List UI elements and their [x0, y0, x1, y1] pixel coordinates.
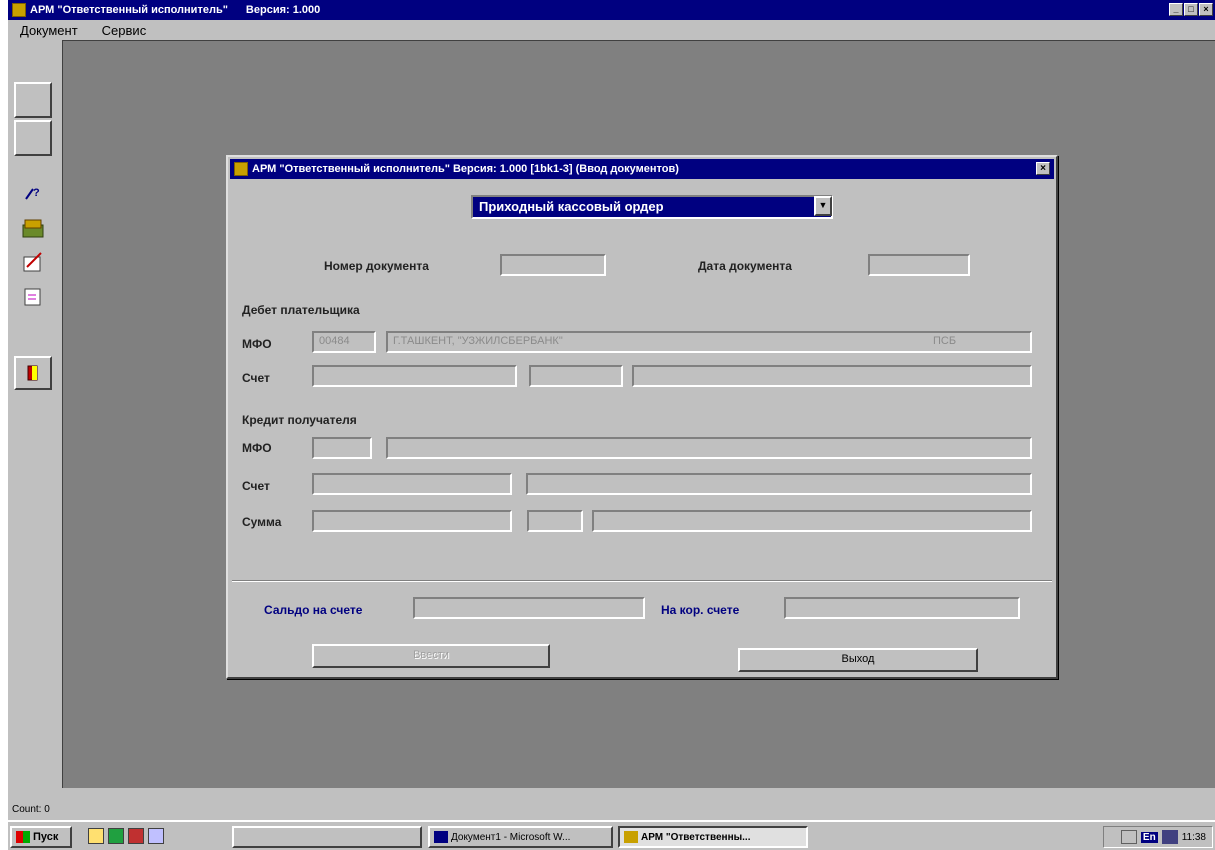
- taskbar-word-document[interactable]: Документ1 - Microsoft W...: [428, 826, 613, 848]
- quicklaunch-icon-1[interactable]: [88, 828, 104, 844]
- taskbar-empty-slot[interactable]: [232, 826, 422, 848]
- credit-account-label: Счет: [242, 479, 270, 493]
- quicklaunch-icon-4[interactable]: [148, 828, 164, 844]
- edit-button[interactable]: [14, 246, 52, 278]
- sum-words-field[interactable]: [592, 510, 1032, 532]
- divider: [232, 580, 1052, 582]
- language-indicator[interactable]: En: [1140, 831, 1158, 843]
- corr-balance-label: На кор. счете: [661, 603, 740, 617]
- debit-bank-name-field[interactable]: Г.ТАШКЕНТ, "УЗЖИЛСБЕРБАНК" ПСБ: [386, 331, 1032, 353]
- taskbar-arm-app[interactable]: АРМ "Ответственны...: [618, 826, 808, 848]
- credit-mfo-label: МФО: [242, 441, 272, 455]
- document-type-select[interactable]: Приходный кассовый ордер ▼: [471, 195, 833, 219]
- windows-logo-icon: [16, 831, 30, 843]
- debit-bank-suffix: ПСБ: [933, 335, 957, 347]
- exit-button[interactable]: [14, 356, 52, 390]
- credit-mfo-field[interactable]: [312, 437, 372, 459]
- clock: 11:38: [1181, 831, 1206, 843]
- tray-icon[interactable]: [1120, 830, 1137, 844]
- exit-door-icon: [27, 365, 38, 381]
- money-icon: [22, 219, 44, 238]
- arm-app-icon: [624, 831, 638, 843]
- debit-mfo-label: МФО: [242, 337, 272, 351]
- word-icon: [434, 831, 448, 843]
- window-title: АРМ "Ответственный исполнитель" Версия: 1…: [30, 4, 321, 16]
- quicklaunch-powerpoint-icon[interactable]: [128, 828, 144, 844]
- credit-account-field[interactable]: [312, 473, 512, 495]
- debit-section-label: Дебет плательщика: [242, 303, 360, 317]
- toolbar-blank-button-2[interactable]: [14, 120, 52, 156]
- debit-account-name-field[interactable]: [632, 365, 1032, 387]
- edit-icon: [23, 252, 42, 272]
- maximize-button[interactable]: □: [1184, 3, 1198, 16]
- help-button[interactable]: ?: [14, 178, 52, 208]
- document-button[interactable]: [14, 282, 52, 312]
- document-icon: [24, 288, 41, 306]
- status-bar: Count: 0: [8, 790, 1215, 820]
- debit-account-field-1[interactable]: [312, 365, 517, 387]
- credit-bank-name-field[interactable]: [386, 437, 1032, 459]
- document-entry-dialog: АРМ "Ответственный исполнитель" Версия: …: [226, 155, 1058, 679]
- doc-number-label: Номер документа: [324, 259, 429, 273]
- menu-document[interactable]: Документ: [8, 23, 90, 38]
- debit-account-label: Счет: [242, 371, 270, 385]
- quicklaunch-excel-icon[interactable]: [108, 828, 124, 844]
- corr-balance-field: [784, 597, 1020, 619]
- credit-section-label: Кредит получателя: [242, 413, 357, 427]
- enter-button[interactable]: Ввести: [312, 644, 550, 668]
- close-button[interactable]: ×: [1199, 3, 1213, 16]
- sum-subfield[interactable]: [527, 510, 583, 532]
- svg-text:?: ?: [33, 187, 40, 199]
- volume-icon[interactable]: [1161, 830, 1178, 844]
- balance-label: Сальдо на счете: [264, 603, 363, 617]
- left-toolbar: ?: [8, 40, 62, 788]
- doc-number-field[interactable]: [500, 254, 606, 276]
- sum-field[interactable]: [312, 510, 512, 532]
- app-icon: [12, 3, 26, 17]
- doc-date-label: Дата документа: [698, 259, 792, 273]
- debit-mfo-field[interactable]: 00484: [312, 331, 376, 353]
- money-button[interactable]: [14, 212, 52, 244]
- dropdown-arrow-icon[interactable]: ▼: [814, 196, 832, 216]
- system-tray: En 11:38: [1103, 826, 1213, 848]
- menu-bar: Документ Сервис: [8, 20, 1215, 40]
- dialog-app-icon: [234, 162, 248, 176]
- window-controls: _ □ ×: [1169, 3, 1213, 16]
- dialog-close-button[interactable]: ×: [1036, 162, 1050, 175]
- sum-label: Сумма: [242, 515, 282, 529]
- help-icon: ?: [25, 187, 40, 200]
- menu-service[interactable]: Сервис: [90, 23, 159, 38]
- taskbar: Пуск Документ1 - Microsoft W... АРМ "Отв…: [8, 820, 1215, 850]
- credit-account-name-field[interactable]: [526, 473, 1032, 495]
- dialog-title-bar: АРМ "Ответственный исполнитель" Версия: …: [230, 159, 1054, 179]
- toolbar-blank-button-1[interactable]: [14, 82, 52, 118]
- start-button[interactable]: Пуск: [10, 826, 72, 848]
- dialog-title: АРМ "Ответственный исполнитель" Версия: …: [252, 163, 679, 175]
- doc-date-field[interactable]: [868, 254, 970, 276]
- debit-account-field-2[interactable]: [529, 365, 623, 387]
- minimize-button[interactable]: _: [1169, 3, 1183, 16]
- status-count: Count: 0: [12, 804, 50, 815]
- exit-dialog-button[interactable]: Выход: [738, 648, 978, 672]
- title-bar: АРМ "Ответственный исполнитель" Версия: 1…: [8, 0, 1215, 20]
- balance-field: [413, 597, 645, 619]
